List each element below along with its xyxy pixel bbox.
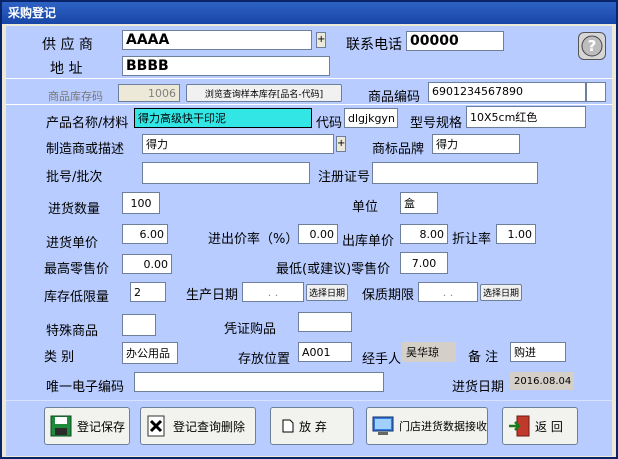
category-input[interactable]: 办公用品 <box>122 342 178 364</box>
remark-input[interactable]: 购进 <box>510 342 566 362</box>
handler-input[interactable]: 吴华琼 <box>402 342 456 362</box>
abandon-button[interactable]: 放 弃 <box>270 407 354 445</box>
product-code-extra[interactable] <box>586 82 606 102</box>
qty-label: 进货数量 <box>48 202 101 217</box>
separator <box>6 78 612 79</box>
brand-label: 商标品牌 <box>372 142 425 157</box>
back-button-label: 返 回 <box>535 419 563 434</box>
product-name-label: 产品名称/材料 <box>46 116 129 131</box>
brand-input[interactable]: 得力 <box>432 134 520 154</box>
delete-icon <box>147 415 165 437</box>
special-input[interactable] <box>122 314 156 336</box>
query-delete-button[interactable]: 登记查询删除 <box>140 407 256 445</box>
expiry-input[interactable]: . . <box>418 282 478 302</box>
purchase-date-input: 2016.08.04 <box>510 372 574 390</box>
out-price-label: 出库单价 <box>342 234 395 249</box>
expiry-picker-button[interactable]: 选择日期 <box>480 284 522 301</box>
svg-text:?: ? <box>588 37 597 55</box>
supplier-input[interactable]: AAAA <box>122 30 312 50</box>
price-label: 进货单价 <box>46 236 99 251</box>
store-receive-button-label: 门店进货数据接收 <box>399 420 487 433</box>
separator <box>6 104 612 105</box>
phone-label: 联系电话 <box>346 37 402 53</box>
rate-input[interactable]: 0.00 <box>298 224 338 244</box>
back-button[interactable]: 返 回 <box>502 407 578 445</box>
maker-input[interactable]: 得力 <box>142 134 334 154</box>
code-input[interactable]: dlgjkgyn <box>344 108 398 128</box>
price-input[interactable]: 6.00 <box>122 224 168 244</box>
prod-date-input[interactable]: . . <box>242 282 304 302</box>
store-receive-button[interactable]: 门店进货数据接收 <box>366 407 488 445</box>
window-title: 采购登记 <box>2 2 616 24</box>
voucher-label: 凭证购品 <box>224 322 277 337</box>
abandon-button-label: 放 弃 <box>299 419 327 434</box>
qty-input[interactable]: 100 <box>122 192 160 214</box>
location-input[interactable]: A001 <box>298 342 352 362</box>
max-retail-input[interactable]: 0.00 <box>122 254 172 274</box>
stock-min-input[interactable]: 2 <box>130 282 166 302</box>
special-label: 特殊商品 <box>46 324 99 339</box>
browse-stock-button[interactable]: 浏览查询样本库存[品名-代码] <box>186 84 342 102</box>
location-label: 存放位置 <box>238 352 291 367</box>
unit-label: 单位 <box>352 200 379 215</box>
product-name-input[interactable]: 得力高级快干印泥 <box>134 108 312 128</box>
voucher-input[interactable] <box>298 312 352 332</box>
handler-label: 经手人 <box>362 352 402 367</box>
batch-input[interactable] <box>142 162 310 184</box>
prod-date-label: 生产日期 <box>186 288 239 303</box>
min-retail-input[interactable]: 7.00 <box>400 252 448 274</box>
save-button-label: 登记保存 <box>77 419 126 434</box>
batch-label: 批号/批次 <box>46 170 103 185</box>
phone-input[interactable]: 00000 <box>406 31 504 51</box>
product-code-input[interactable]: 6901234567890 <box>428 82 586 102</box>
address-input[interactable]: BBBB <box>122 56 330 76</box>
help-button[interactable]: ? <box>578 32 606 60</box>
help-icon: ? <box>581 35 603 57</box>
reg-no-input[interactable] <box>372 162 538 184</box>
ecode-label: 唯一电子编码 <box>46 380 125 395</box>
supplier-label: 供 应 商 <box>42 37 93 53</box>
out-price-input[interactable]: 8.00 <box>400 224 448 244</box>
category-label: 类 别 <box>44 350 75 365</box>
ecode-input[interactable] <box>134 372 384 392</box>
reg-no-label: 注册证号 <box>318 170 371 185</box>
maker-dropdown-button[interactable]: + <box>336 136 346 152</box>
spec-label: 型号规格 <box>410 116 463 131</box>
code-label: 代码 <box>316 116 343 131</box>
form-panel: 供 应 商 AAAA + 联系电话 00000 ? 地 址 BBBB 商品库存码… <box>6 26 612 400</box>
unit-input[interactable]: 盒 <box>400 192 438 214</box>
min-retail-label: 最低(或建议)零售价 <box>276 262 391 277</box>
bottom-toolbar: 登记保存 登记查询删除 放 弃 门店进货数据接收 返 回 <box>6 400 612 456</box>
rate-label: 进出价率（%） <box>208 232 299 247</box>
prod-date-picker-button[interactable]: 选择日期 <box>306 284 348 301</box>
supplier-dropdown-button[interactable]: + <box>316 32 326 48</box>
document-icon <box>282 419 294 433</box>
discount-label: 折让率 <box>452 232 492 247</box>
product-code-label: 商品编码 <box>368 90 421 105</box>
save-button[interactable]: 登记保存 <box>44 407 130 445</box>
remark-label: 备 注 <box>468 350 499 365</box>
stock-code-input[interactable]: 1006 <box>118 84 180 102</box>
expiry-label: 保质期限 <box>362 288 415 303</box>
stock-min-label: 库存低限量 <box>44 290 110 305</box>
address-label: 地 址 <box>50 61 83 77</box>
save-icon <box>50 415 72 437</box>
stock-code-label: 商品库存码 <box>48 90 103 103</box>
max-retail-label: 最高零售价 <box>44 262 110 277</box>
computer-icon <box>372 416 394 435</box>
purchase-date-label: 进货日期 <box>452 380 505 395</box>
query-delete-button-label: 登记查询删除 <box>173 419 246 434</box>
exit-door-icon <box>509 415 530 437</box>
maker-label: 制造商或描述 <box>46 142 125 157</box>
purchase-register-window: 采购登记 供 应 商 AAAA + 联系电话 00000 ? 地 址 BBBB … <box>0 0 618 459</box>
spec-input[interactable]: 10X5cm红色 <box>466 106 586 128</box>
discount-input[interactable]: 1.00 <box>496 224 536 244</box>
